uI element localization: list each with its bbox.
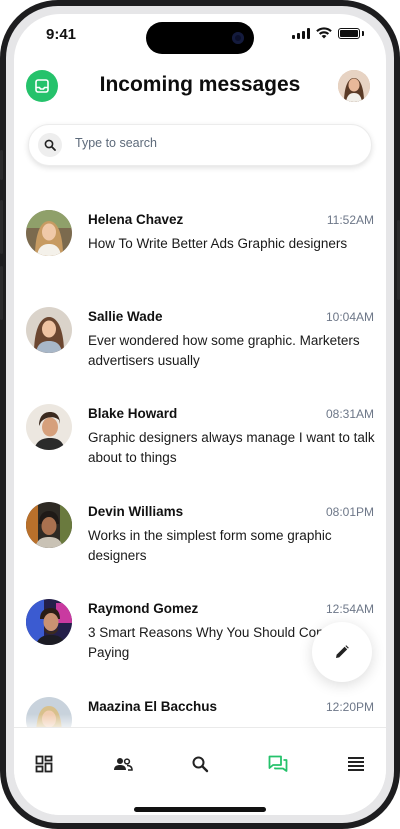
messages-icon <box>268 755 288 772</box>
status-icons <box>292 27 364 39</box>
message-time: 10:04AM <box>325 310 374 324</box>
message-preview: Graphic designers always manage I want t… <box>88 430 375 465</box>
phone-frame: 9:41 Incoming messages Type to search He… <box>0 0 400 829</box>
pencil-icon <box>336 645 349 658</box>
message-preview: Ever wondered how some graphic. Marketer… <box>88 333 360 368</box>
nav-search[interactable] <box>186 750 214 778</box>
nav-dashboard[interactable] <box>30 750 58 778</box>
camera-dot <box>232 32 244 44</box>
side-button <box>0 266 3 320</box>
avatar <box>26 307 72 353</box>
battery-tip <box>362 30 364 36</box>
message-time: 08:31AM <box>325 407 374 421</box>
page-title: Incoming messages <box>99 73 301 96</box>
message-preview: How To Write Better Ads Graphic designer… <box>88 236 348 251</box>
search-bar[interactable] <box>28 124 372 166</box>
screen: 9:41 Incoming messages Type to search He… <box>14 14 386 815</box>
message-item[interactable]: Sallie Wade 10:04AM Ever wondered how so… <box>26 307 374 397</box>
message-preview: Works in the simplest form some graphic … <box>88 528 332 563</box>
search-icon <box>38 133 62 157</box>
avatar <box>26 404 72 450</box>
message-time: 12:54AM <box>325 602 374 616</box>
message-item[interactable]: Helena Chavez 11:52AM How To Write Bette… <box>26 210 374 300</box>
nav-messages[interactable] <box>264 750 292 778</box>
nav-contacts[interactable] <box>109 750 137 778</box>
message-time: 08:01PM <box>325 505 374 519</box>
search-icon <box>192 756 209 773</box>
menu-icon <box>348 757 364 771</box>
sender-name: Helena Chavez <box>88 212 184 227</box>
sender-name: Maazina El Bacchus <box>88 699 218 714</box>
message-item[interactable]: Devin Williams 08:01PM Works in the simp… <box>26 502 374 592</box>
avatar <box>26 210 72 256</box>
side-button <box>0 200 3 254</box>
battery-icon <box>338 27 360 39</box>
sender-name: Sallie Wade <box>88 309 163 324</box>
search-input[interactable] <box>73 135 347 151</box>
message-item[interactable]: Blake Howard 08:31AM Graphic designers a… <box>26 404 375 494</box>
avatar <box>26 502 72 548</box>
sender-name: Devin Williams <box>88 504 184 519</box>
sender-name: Raymond Gomez <box>88 601 199 616</box>
wifi-icon <box>316 27 332 39</box>
side-button <box>0 150 3 180</box>
compose-button[interactable] <box>312 622 372 682</box>
profile-avatar[interactable] <box>338 70 370 102</box>
bottom-navigation <box>14 727 386 815</box>
header: Incoming messages <box>14 70 386 116</box>
dynamic-island <box>146 22 254 54</box>
contacts-icon <box>114 758 133 771</box>
message-time: 11:52AM <box>326 213 374 227</box>
sender-name: Blake Howard <box>88 406 178 421</box>
status-time: 9:41 <box>46 26 77 43</box>
dashboard-icon <box>35 755 53 773</box>
message-time: 12:20PM <box>325 700 374 714</box>
home-indicator[interactable] <box>134 807 266 812</box>
nav-menu[interactable] <box>342 750 370 778</box>
avatar <box>26 599 72 645</box>
signal-icon <box>292 27 310 39</box>
